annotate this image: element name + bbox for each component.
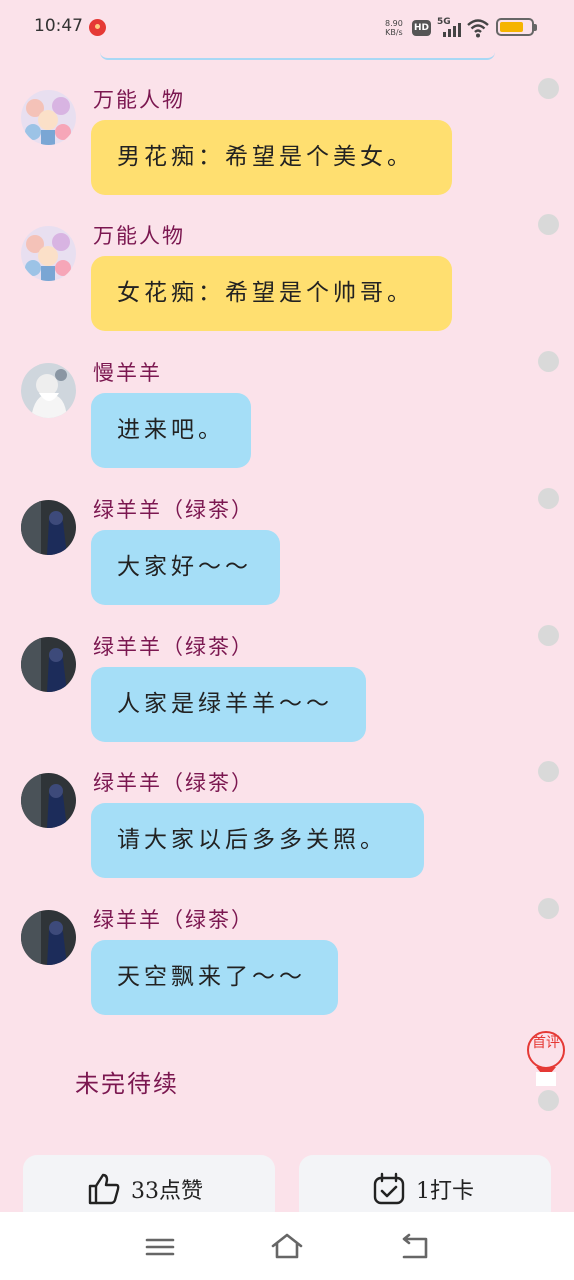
select-radio[interactable]: [538, 625, 559, 646]
network-speed-value: 8.90: [385, 19, 403, 28]
select-radio[interactable]: [538, 488, 559, 509]
sender-name: 绿羊羊（绿茶）: [93, 908, 254, 932]
message-bubble[interactable]: 大家好～～: [91, 530, 280, 605]
sender-name: 万能人物: [93, 224, 185, 248]
menu-icon[interactable]: [143, 1232, 177, 1262]
back-icon[interactable]: [398, 1232, 432, 1262]
old-man-avatar[interactable]: [21, 363, 76, 418]
message-bubble[interactable]: 女花痴：希望是个帅哥。: [91, 256, 452, 331]
dark-figure-avatar[interactable]: [21, 910, 76, 965]
sender-name: 万能人物: [93, 88, 185, 112]
message-bubble[interactable]: 进来吧。: [91, 393, 251, 468]
sender-name: 绿羊羊（绿茶）: [93, 771, 254, 795]
sender-name: 绿羊羊（绿茶）: [93, 635, 254, 659]
dark-figure-avatar[interactable]: [21, 773, 76, 828]
select-radio[interactable]: [538, 898, 559, 919]
to-be-continued-text: 未完待续: [75, 1070, 179, 1098]
dark-figure-avatar[interactable]: [21, 500, 76, 555]
badge-base: [536, 1072, 556, 1086]
home-icon[interactable]: [270, 1232, 304, 1262]
wifi-icon: [467, 19, 489, 38]
select-radio[interactable]: [538, 351, 559, 372]
message-bubble[interactable]: 男花痴：希望是个美女。: [91, 120, 452, 195]
hd-icon: HD: [412, 20, 431, 36]
select-radio[interactable]: [538, 214, 559, 235]
status-bar: 10:47 8.90 KB/s HD 5G: [0, 0, 574, 58]
network-speed: 8.90 KB/s: [385, 19, 403, 37]
thumbs-up-icon: [88, 1173, 120, 1205]
app-notification-icon: [89, 19, 106, 36]
message-bubble[interactable]: 天空飘来了～～: [91, 940, 338, 1015]
select-radio[interactable]: [538, 78, 559, 99]
select-radio[interactable]: [538, 1090, 559, 1111]
status-time: 10:47: [34, 16, 83, 36]
system-navigation-bar: [0, 1212, 574, 1280]
message-bubble[interactable]: 请大家以后多多关照。: [91, 803, 424, 878]
anime-group-avatar[interactable]: [21, 90, 76, 145]
cell-signal-icon: 5G: [437, 17, 461, 39]
sender-name: 慢羊羊: [93, 361, 162, 385]
sender-name: 绿羊羊（绿茶）: [93, 498, 254, 522]
calendar-check-icon: [373, 1172, 405, 1205]
network-speed-unit: KB/s: [385, 28, 403, 37]
like-count-label: 33点赞: [131, 1179, 203, 1204]
network-type: 5G: [437, 17, 451, 27]
previous-bubble-edge: [100, 51, 495, 60]
select-radio[interactable]: [538, 761, 559, 782]
checkin-count-label: 1打卡: [416, 1179, 474, 1204]
anime-group-avatar[interactable]: [21, 226, 76, 281]
first-review-badge[interactable]: 首评: [527, 1031, 565, 1069]
battery-icon: [496, 18, 537, 36]
message-bubble[interactable]: 人家是绿羊羊～～: [91, 667, 366, 742]
dark-figure-avatar[interactable]: [21, 637, 76, 692]
